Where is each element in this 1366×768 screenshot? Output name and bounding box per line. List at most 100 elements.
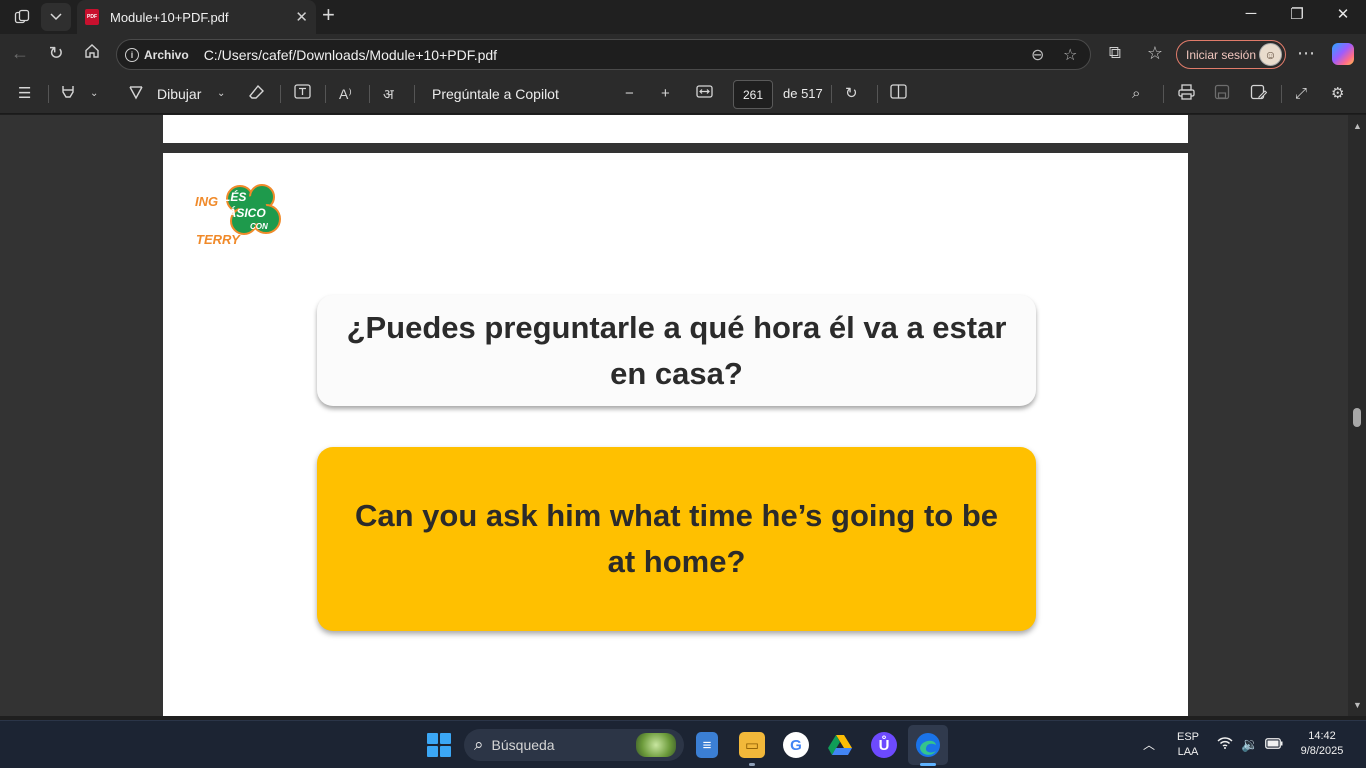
tab-title: Module+10+PDF.pdf	[110, 9, 229, 25]
home-icon[interactable]	[80, 43, 104, 64]
proton-vpn-icon[interactable]: Ů	[871, 732, 897, 758]
vertical-scrollbar[interactable]: ▲ ▼	[1348, 115, 1366, 716]
plus-icon[interactable]: +	[661, 84, 670, 104]
draw-icon[interactable]	[128, 84, 144, 104]
settings-icon[interactable]: ⚙	[1331, 84, 1344, 104]
pdf-file-icon: PDF	[85, 9, 99, 25]
previous-page	[163, 115, 1188, 143]
english-answer-card: Can you ask him what time he’s going to …	[317, 447, 1036, 631]
highlight-options-chevron-icon[interactable]: ⌄	[90, 84, 98, 104]
wifi-icon[interactable]	[1217, 736, 1233, 752]
battery-icon[interactable]	[1265, 736, 1283, 752]
separator	[414, 85, 415, 103]
clock-date: 9/8/2025	[1300, 745, 1344, 757]
profile-avatar-icon: ☺	[1259, 43, 1282, 66]
input-language[interactable]: ESP LAA	[1176, 731, 1200, 758]
logo-text-basico: BÁSICO	[219, 206, 266, 220]
minus-icon[interactable]: −	[625, 84, 634, 104]
separator	[369, 85, 370, 103]
page-view-icon[interactable]	[890, 84, 907, 104]
minimize-icon[interactable]: ─	[1228, 5, 1274, 22]
ask-copilot-button[interactable]: Pregúntale a Copilot	[432, 84, 559, 104]
save-as-icon[interactable]	[1250, 84, 1268, 104]
favorite-star-icon[interactable]: ☆	[1063, 45, 1077, 65]
site-label: Archivo	[144, 47, 189, 62]
highlight-icon[interactable]	[60, 84, 76, 104]
eraser-icon[interactable]	[249, 84, 265, 104]
workspaces-icon[interactable]	[7, 3, 37, 31]
volume-icon[interactable]: 🔉	[1241, 736, 1258, 753]
pdf-viewer[interactable]: ING LÉS BÁSICO CON TERRY ¿Puedes pregunt…	[0, 115, 1366, 716]
search-icon: ⌕	[474, 735, 484, 754]
spanish-question-card: ¿Puedes preguntarle a qué hora él va a e…	[317, 295, 1036, 406]
scrollbar-thumb[interactable]	[1353, 408, 1361, 427]
fullscreen-icon[interactable]: ⤢	[1295, 84, 1307, 104]
separator	[877, 85, 878, 103]
url-text[interactable]: C:/Users/cafef/Downloads/Module+10+PDF.p…	[204, 47, 497, 63]
chevron-up-icon[interactable]: ︿	[1143, 736, 1155, 753]
clock-time: 14:42	[1308, 730, 1336, 742]
info-icon[interactable]: i	[125, 47, 139, 62]
separator	[1281, 85, 1282, 103]
taskbar: ⌕ Búsqueda ≡ ▭ G Ů ︿ ESP LAA 🔉 14:42 9/8…	[0, 720, 1366, 768]
drive-icon[interactable]	[827, 732, 853, 758]
favorites-icon[interactable]: ☆	[1143, 43, 1167, 64]
signin-button[interactable]: Iniciar sesión ☺	[1176, 40, 1286, 69]
taskbar-search[interactable]: ⌕ Búsqueda	[464, 729, 684, 761]
scroll-up-icon[interactable]: ▲	[1353, 121, 1362, 131]
read-aloud-icon[interactable]: A⁾	[339, 84, 352, 104]
edge-taskbar-button[interactable]	[908, 725, 948, 765]
fit-width-icon[interactable]	[696, 84, 713, 104]
file-explorer-icon[interactable]: ▭	[739, 732, 765, 758]
zoom-out-icon[interactable]: ⊖	[1031, 45, 1044, 65]
title-bar: PDF Module+10+PDF.pdf ✕ + ─ ❐ ✕	[0, 0, 1366, 34]
extensions-icon[interactable]: ⧉	[1103, 43, 1127, 63]
search-icon[interactable]: ⌕	[1132, 84, 1140, 104]
separator	[325, 85, 326, 103]
chrome-icon[interactable]: G	[783, 732, 809, 758]
address-bar[interactable]: i Archivo C:/Users/cafef/Downloads/Modul…	[116, 39, 1091, 70]
save-icon[interactable]	[1214, 84, 1230, 104]
print-icon[interactable]	[1178, 84, 1195, 104]
tab-list-icon[interactable]	[41, 3, 71, 31]
contents-icon[interactable]: ☰	[18, 84, 31, 104]
ingles-basico-con-terry-logo: ING LÉS BÁSICO CON TERRY	[195, 181, 287, 247]
active-indicator	[920, 763, 936, 766]
separator	[1163, 85, 1164, 103]
copilot-icon[interactable]	[1332, 43, 1354, 65]
separator	[831, 85, 832, 103]
rotate-icon[interactable]: ↻	[845, 84, 858, 104]
taskbar-search-label: Búsqueda	[491, 737, 555, 753]
separator	[48, 85, 49, 103]
edge-icon	[916, 733, 940, 757]
page-number-input[interactable]: 261	[733, 80, 773, 109]
restore-icon[interactable]: ❐	[1274, 5, 1320, 23]
text-icon[interactable]	[294, 84, 311, 104]
logo-text-ing: ING	[195, 194, 219, 209]
new-tab-icon[interactable]: +	[322, 2, 335, 28]
pdf-page: ING LÉS BÁSICO CON TERRY ¿Puedes pregunt…	[163, 153, 1188, 716]
logo-text-terry: TERRY	[196, 232, 240, 247]
draw-label[interactable]: Dibujar	[157, 84, 201, 104]
refresh-icon[interactable]: ↻	[44, 43, 68, 64]
search-highlight-image	[636, 733, 676, 757]
signin-label: Iniciar sesión	[1186, 47, 1257, 62]
navigation-bar: ← ↻ i Archivo C:/Users/cafef/Downloads/M…	[0, 34, 1366, 74]
close-tab-icon[interactable]: ✕	[295, 8, 308, 26]
windows-start-icon[interactable]	[427, 733, 451, 757]
language-layout: LAA	[1177, 746, 1199, 758]
separator	[280, 85, 281, 103]
back-icon[interactable]: ←	[8, 43, 32, 64]
close-window-icon[interactable]: ✕	[1320, 5, 1366, 23]
pdf-toolbar: ☰ ⌄ Dibujar ⌄ A⁾ अ Pregúntale a Copilot …	[0, 74, 1366, 114]
translate-icon[interactable]: अ	[383, 84, 394, 104]
page-total: de 517	[783, 86, 823, 101]
logo-text-con: CON	[250, 222, 268, 231]
clock[interactable]: 14:42 9/8/2025	[1294, 730, 1350, 757]
draw-options-chevron-icon[interactable]: ⌄	[217, 84, 225, 104]
more-icon[interactable]: ⋯	[1294, 43, 1318, 64]
notepad-icon[interactable]: ≡	[696, 732, 718, 758]
scroll-down-icon[interactable]: ▼	[1353, 700, 1362, 710]
logo-text-les: LÉS	[223, 190, 247, 204]
tab-module-pdf[interactable]: PDF Module+10+PDF.pdf ✕	[77, 0, 316, 34]
